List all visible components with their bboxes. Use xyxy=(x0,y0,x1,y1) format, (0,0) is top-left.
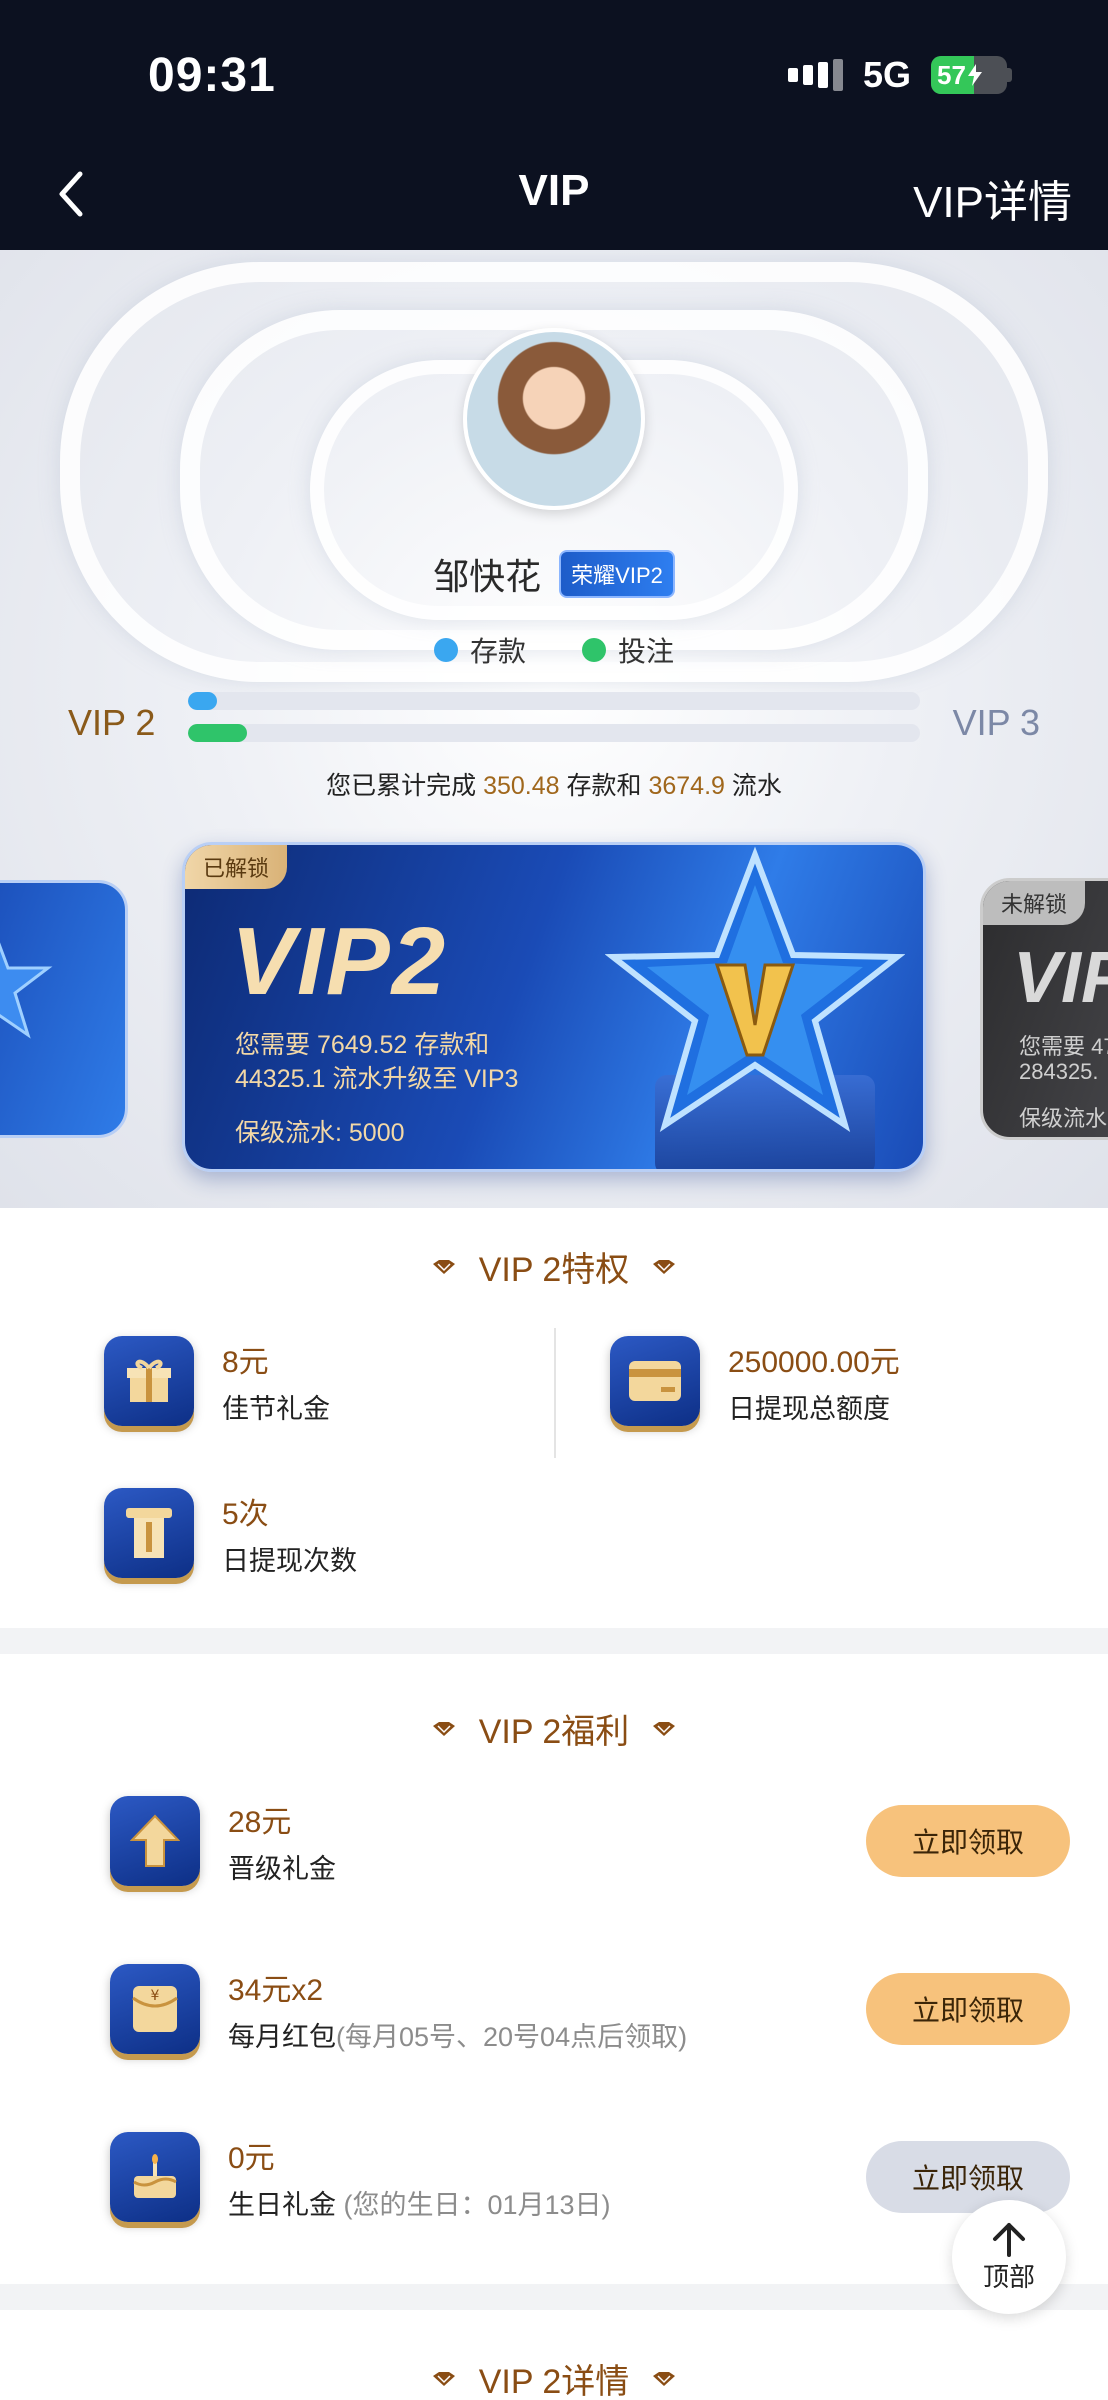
welfare-label: 每月红包 xyxy=(228,2021,336,2052)
welfare-item-upgrade: 28元 晋级礼金 立即领取 xyxy=(110,1796,1070,1886)
divider xyxy=(554,1328,556,1458)
card-keep-line: 保级流水: 5000 xyxy=(235,1119,405,1147)
card-keep-line: 保级流水: xyxy=(1019,1106,1108,1131)
diamond-icon xyxy=(653,1721,676,1736)
privilege-label: 日提现次数 xyxy=(222,1545,357,1576)
card-requirement-line: 您需要 7649.52 存款和 xyxy=(235,1031,490,1059)
card-level-title: VIP xyxy=(1013,938,1108,1018)
summary-text: 您已累计完成 xyxy=(326,772,477,800)
privilege-label: 日提现总额度 xyxy=(728,1393,890,1424)
details-section: VIP 2详情 xyxy=(0,2310,1108,2400)
deposit-progress-bar xyxy=(188,692,920,710)
legend-label: 存款 xyxy=(469,636,526,667)
section-title-text: VIP 2特权 xyxy=(478,1251,630,1289)
diamond-icon xyxy=(653,1259,676,1274)
welfare-section: VIP 2福利 28元 晋级礼金 立即领取 ¥ 34元x2 每月红包(每月05号… xyxy=(0,1654,1108,2284)
card-requirement-line: 284325. xyxy=(1019,1059,1099,1084)
section-title-text: VIP 2详情 xyxy=(478,2363,630,2400)
welfare-label: 生日礼金 xyxy=(228,2189,336,2220)
welfare-item-monthly: ¥ 34元x2 每月红包(每月05号、20号04点后领取) 立即领取 xyxy=(110,1964,1070,2054)
privilege-value: 8元 xyxy=(222,1345,269,1379)
birthday-cake-icon xyxy=(110,2132,200,2222)
privileges-title: VIP 2特权 xyxy=(0,1242,1108,1291)
summary-deposit-value: 350.48 xyxy=(483,772,560,800)
welfare-value: 0元 xyxy=(228,2141,275,2175)
welfare-note: (每月05号、20号04点后领取) xyxy=(336,2021,688,2052)
battery-level: 57 xyxy=(937,59,966,90)
progress-summary: 您已累计完成 350.48 存款和 3674.9 流水 xyxy=(0,766,1108,802)
card-requirement-line: 您需要 47 xyxy=(1019,1034,1108,1059)
summary-text: 存款和 xyxy=(566,772,642,800)
diamond-icon xyxy=(432,2371,455,2386)
welfare-item-birthday: 0元 生日礼金 (您的生日：01月13日) 立即领取 xyxy=(110,2132,1070,2222)
current-level: VIP 2 xyxy=(68,702,156,743)
claim-monthly-button[interactable]: 立即领取 xyxy=(866,1973,1070,2045)
vip-card-next[interactable]: 未解锁 VIP 您需要 47 284325. 保级流水: xyxy=(980,878,1108,1140)
unlocked-tag: 已解锁 xyxy=(185,845,288,889)
section-title-text: VIP 2福利 xyxy=(478,1713,630,1751)
next-level: VIP 3 xyxy=(952,702,1040,743)
status-icons: 5G 57 xyxy=(787,54,1012,96)
top-bar: 09:31 5G 57 VIP VIP详情 xyxy=(0,0,1108,250)
deposit-dot-icon xyxy=(433,638,458,662)
diamond-icon xyxy=(432,1259,455,1274)
svg-text:¥: ¥ xyxy=(151,1988,160,2004)
gift-icon xyxy=(104,1336,194,1426)
claim-upgrade-button[interactable]: 立即领取 xyxy=(866,1805,1070,1877)
user-info: 邹快花 荣耀VIP2 xyxy=(0,548,1108,600)
card-icon xyxy=(610,1336,700,1426)
privilege-value: 5次 xyxy=(222,1497,269,1531)
locked-tag: 未解锁 xyxy=(983,881,1086,925)
vip-badge: 荣耀VIP2 xyxy=(559,550,675,598)
welfare-note: (您的生日：01月13日) xyxy=(336,2189,611,2220)
vip-star-icon xyxy=(605,846,905,1133)
arrow-up-icon xyxy=(993,2222,1025,2257)
claim-birthday-button[interactable]: 立即领取 xyxy=(866,2141,1070,2213)
user-name: 邹快花 xyxy=(433,556,542,597)
vip-card-prev[interactable] xyxy=(0,880,128,1138)
upgrade-arrow-icon xyxy=(110,1796,200,1886)
diamond-icon xyxy=(432,1721,455,1736)
legend-label: 投注 xyxy=(618,636,675,667)
privilege-holiday-gift: 8元 佳节礼金 xyxy=(104,1336,330,1426)
privilege-value: 250000.00元 xyxy=(728,1345,900,1379)
bet-progress-bar xyxy=(188,724,920,742)
progress-legend: 存款 投注 xyxy=(0,630,1108,670)
bet-dot-icon xyxy=(582,638,606,662)
back-to-top-button[interactable]: 顶部 xyxy=(952,2200,1066,2314)
welfare-title: VIP 2福利 xyxy=(0,1704,1108,1753)
star-icon xyxy=(0,942,53,1039)
battery-icon: 57 xyxy=(931,56,1012,94)
red-envelope-icon: ¥ xyxy=(110,1964,200,2054)
summary-text: 流水 xyxy=(731,772,782,800)
vip-details-link[interactable]: VIP详情 xyxy=(913,166,1072,230)
welfare-value: 28元 xyxy=(228,1805,292,1839)
card-level-title: VIP2 xyxy=(231,908,448,1015)
privilege-withdraw-count: 5次 日提现次数 xyxy=(104,1488,357,1578)
privileges-section: VIP 2特权 8元 佳节礼金 250000.00元 日提现总额度 5次 日提现… xyxy=(0,1208,1108,1628)
summary-bet-value: 3674.9 xyxy=(648,772,725,800)
vip-card-current[interactable]: 已解锁 VIP2 您需要 7649.52 存款和 44325.1 流水升级至 V… xyxy=(182,842,926,1172)
withdraw-icon xyxy=(104,1488,194,1578)
signal-icon xyxy=(787,59,843,91)
welfare-value: 34元x2 xyxy=(228,1973,324,2007)
vip-hero: 邹快花 荣耀VIP2 存款 投注 VIP 2 VIP 3 您已累计完成 350.… xyxy=(0,250,1108,1210)
privilege-label: 佳节礼金 xyxy=(222,1393,330,1424)
card-requirement-line: 44325.1 流水升级至 VIP3 xyxy=(235,1065,519,1093)
welfare-label: 晋级礼金 xyxy=(228,1853,336,1884)
legend-deposit: 存款 xyxy=(433,630,526,670)
back-to-top-label: 顶部 xyxy=(982,2261,1035,2292)
network-type: 5G xyxy=(862,54,911,95)
charging-icon xyxy=(967,64,982,86)
privilege-withdraw-limit: 250000.00元 日提现总额度 xyxy=(610,1336,900,1426)
diamond-icon xyxy=(653,2371,676,2386)
details-title: VIP 2详情 xyxy=(0,2354,1108,2400)
avatar[interactable] xyxy=(463,328,645,510)
legend-bet: 投注 xyxy=(582,630,674,670)
status-time: 09:31 xyxy=(148,49,276,102)
